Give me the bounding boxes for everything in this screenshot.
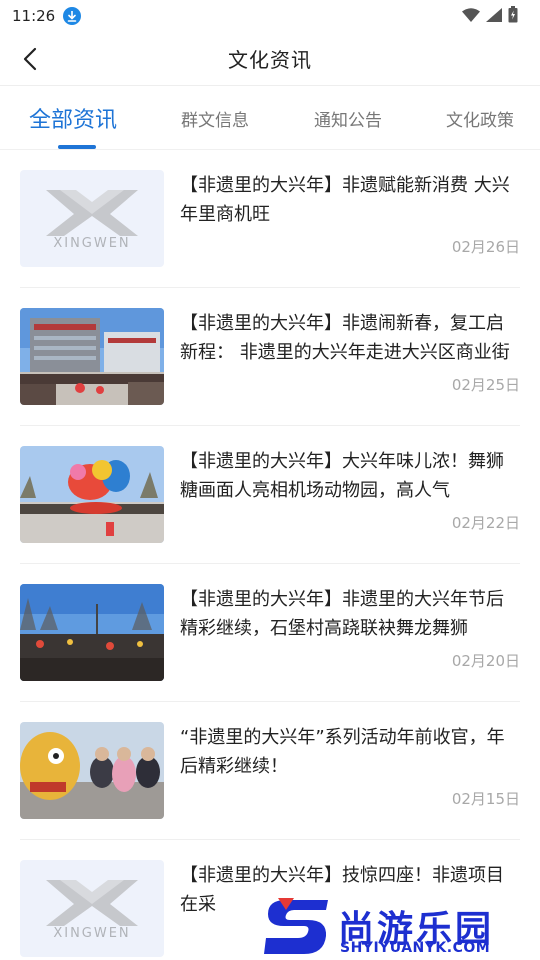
tab-notices[interactable]: 通知公告 <box>314 86 382 149</box>
news-text: “非遗里的大兴年”系列活动年前收官，年后精彩继续！ 02月15日 <box>180 722 520 819</box>
news-title: 【非遗里的大兴年】非遗赋能新消费 大兴年里商机旺 <box>180 175 510 225</box>
wifi-icon <box>462 7 480 26</box>
news-thumbnail-lion-head-crowd <box>20 722 164 819</box>
chevron-left-icon <box>23 47 37 71</box>
news-date: 02月26日 <box>451 238 520 256</box>
page-title: 文化资讯 <box>228 48 312 72</box>
placeholder-logo-text: XINGWEN <box>53 926 130 941</box>
news-title: “非遗里的大兴年”系列活动年前收官，年后精彩继续！ <box>180 727 505 777</box>
news-thumbnail-stilt-walking-crowd <box>20 584 164 681</box>
news-title: 【非遗里的大兴年】大兴年味儿浓！舞狮糖画面人亮相机场动物园，高人气 <box>180 451 504 501</box>
watermark-s-logo-icon <box>264 898 328 954</box>
status-time: 11:26 <box>12 7 56 25</box>
news-item[interactable]: 【非遗里的大兴年】大兴年味儿浓！舞狮糖画面人亮相机场动物园，高人气 02月22日 <box>20 426 520 564</box>
status-right <box>462 5 518 27</box>
news-title: 【非遗里的大兴年】非遗里的大兴年节后精彩继续，石堡村高跷联袂舞龙舞狮 <box>180 589 504 639</box>
news-date: 02月20日 <box>451 652 520 670</box>
placeholder-logo-thumbnail: XINGWEN <box>20 860 164 957</box>
watermark-url: SHYIYUANYK.COM <box>340 940 491 956</box>
placeholder-logo-thumbnail: XINGWEN <box>20 170 164 267</box>
placeholder-logo-text: XINGWEN <box>53 236 130 251</box>
watermark-logo: 尚游乐园 SHYIYUANYK.COM <box>258 894 540 960</box>
news-date: 02月15日 <box>451 790 520 808</box>
news-item[interactable]: 【非遗里的大兴年】非遗闹新春，复工启新程： 非遗里的大兴年走进大兴区商业街 02… <box>20 288 520 426</box>
download-icon <box>63 7 82 25</box>
active-tab-indicator <box>58 145 96 149</box>
status-bar: 11:26 <box>0 0 540 32</box>
back-button[interactable] <box>14 43 46 75</box>
news-date: 02月22日 <box>451 514 520 532</box>
news-text: 【非遗里的大兴年】非遗赋能新消费 大兴年里商机旺 02月26日 <box>180 170 520 267</box>
tab-culture-policy[interactable]: 文化政策 <box>446 86 514 149</box>
news-text: 【非遗里的大兴年】非遗闹新春，复工启新程： 非遗里的大兴年走进大兴区商业街 02… <box>180 308 520 405</box>
news-thumbnail-lion-dance <box>20 446 164 543</box>
category-tabs: 全部资讯 群文信息 通知公告 文化政策 <box>0 86 540 150</box>
news-thumbnail-shopping-street <box>20 308 164 405</box>
news-item[interactable]: XINGWEN 【非遗里的大兴年】非遗赋能新消费 大兴年里商机旺 02月26日 <box>20 150 520 288</box>
status-left: 11:26 <box>12 7 82 25</box>
news-date: 02月25日 <box>451 376 520 394</box>
tab-all-news[interactable]: 全部资讯 <box>29 86 117 149</box>
tab-mass-culture[interactable]: 群文信息 <box>181 86 249 149</box>
news-item[interactable]: “非遗里的大兴年”系列活动年前收官，年后精彩继续！ 02月15日 <box>20 702 520 840</box>
nav-bar: 文化资讯 <box>0 32 540 86</box>
battery-icon <box>508 5 518 27</box>
news-text: 【非遗里的大兴年】非遗里的大兴年节后精彩继续，石堡村高跷联袂舞龙舞狮 02月20… <box>180 584 520 681</box>
cellular-signal-icon <box>486 7 502 26</box>
news-title: 【非遗里的大兴年】非遗闹新春，复工启新程： 非遗里的大兴年走进大兴区商业街 <box>180 313 510 363</box>
news-list: XINGWEN 【非遗里的大兴年】非遗赋能新消费 大兴年里商机旺 02月26日 <box>0 150 540 960</box>
news-item[interactable]: 【非遗里的大兴年】非遗里的大兴年节后精彩继续，石堡村高跷联袂舞龙舞狮 02月20… <box>20 564 520 702</box>
news-text: 【非遗里的大兴年】大兴年味儿浓！舞狮糖画面人亮相机场动物园，高人气 02月22日 <box>180 446 520 543</box>
